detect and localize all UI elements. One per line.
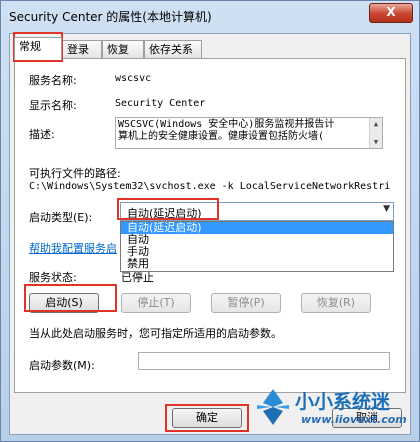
tab-logon[interactable]: 登录	[62, 40, 102, 59]
startup-option-delayed[interactable]: 自动(延迟启动)	[121, 222, 393, 234]
close-button[interactable]: X	[369, 3, 413, 23]
startup-option-disabled[interactable]: 禁用	[121, 258, 393, 270]
tab-general[interactable]: 常规	[14, 37, 62, 60]
start-params-label: 启动参数(M):	[29, 359, 95, 372]
start-params-input[interactable]	[138, 352, 390, 370]
service-status-label: 服务状态:	[29, 271, 77, 284]
help-configure-link[interactable]: 帮助我配置服务启	[29, 240, 117, 256]
tab-dependencies[interactable]: 依存关系	[144, 40, 202, 59]
highlight-start-button	[24, 284, 117, 312]
exe-path-label: 可执行文件的路径:	[29, 167, 121, 180]
watermark-brand: 小小系统迷	[295, 391, 391, 413]
stop-button[interactable]: 停止(T)	[121, 293, 191, 313]
logo-icon	[257, 389, 289, 425]
startup-option-auto[interactable]: 自动	[121, 234, 393, 246]
properties-dialog: Security Center 的属性(本地计算机) X 常规 登录 恢复 依存…	[0, 0, 420, 442]
chevron-down-icon[interactable]: ▼	[383, 204, 390, 214]
display-name-label: 显示名称:	[29, 99, 77, 112]
startup-option-manual[interactable]: 手动	[121, 246, 393, 258]
startup-type-options: 自动(延迟启动) 自动 手动 禁用	[120, 221, 394, 272]
tab-recovery[interactable]: 恢复	[102, 40, 144, 59]
description-label: 描述:	[29, 128, 55, 141]
description-line-1: WSCSVC(Windows 安全中心)服务监视并报告计	[118, 119, 335, 130]
description-scrollbar[interactable]: ▲ ▼	[369, 118, 382, 148]
watermark-url: www.iiovext.com	[301, 413, 407, 426]
description-line-2: 算机上的安全健康设置。健康设置包括防火墙(	[118, 131, 325, 142]
exe-path-value: C:\Windows\System32\svchost.exe -k Local…	[29, 181, 391, 192]
description-box[interactable]: WSCSVC(Windows 安全中心)服务监视并报告计 算机上的安全健康设置。…	[115, 117, 383, 149]
window-title: Security Center 的属性(本地计算机)	[9, 10, 212, 24]
scroll-up-icon[interactable]: ▲	[370, 118, 382, 130]
pause-button[interactable]: 暂停(P)	[211, 293, 281, 313]
service-name-label: 服务名称:	[29, 74, 77, 87]
service-name-value: wscsvc	[115, 73, 152, 84]
start-params-hint: 当从此处启动服务时，您可指定所适用的启动参数。	[29, 327, 282, 340]
resume-button[interactable]: 恢复(R)	[301, 293, 371, 313]
highlight-startup-select	[117, 198, 219, 220]
display-name-value: Security Center	[115, 98, 206, 109]
scroll-down-icon[interactable]: ▼	[370, 136, 382, 148]
watermark: 小小系统迷 www.iiovext.com	[253, 383, 413, 437]
dialog-client-area: 常规 登录 恢复 依存关系 服务名称: wscsvc 显示名称: Securit…	[9, 33, 411, 435]
title-bar[interactable]: Security Center 的属性(本地计算机) X	[1, 1, 419, 31]
startup-type-label: 启动类型(E):	[29, 211, 93, 224]
highlight-ok-button	[165, 404, 249, 432]
